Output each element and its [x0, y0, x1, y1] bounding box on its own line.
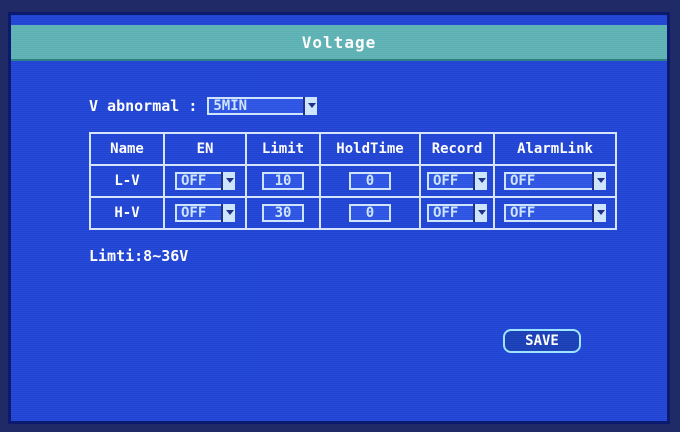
window-title: Voltage: [11, 25, 667, 61]
alarmlink-cell: OFF: [493, 164, 617, 198]
column-header-name: Name: [89, 132, 165, 166]
column-header-limit: Limit: [245, 132, 321, 166]
table-row: H-V OFF 30 0 OFF OFF: [89, 196, 617, 230]
chevron-down-icon: [221, 204, 235, 222]
alarmlink-select[interactable]: OFF: [504, 204, 606, 222]
record-value: OFF: [433, 205, 459, 221]
voltage-panel: Voltage V abnormal : 5MIN Name EN Limit …: [8, 12, 670, 424]
limit-cell: 30: [245, 196, 321, 230]
v-abnormal-row: V abnormal : 5MIN: [89, 97, 318, 115]
v-abnormal-select[interactable]: 5MIN: [207, 97, 318, 115]
alarmlink-cell: OFF: [493, 196, 617, 230]
limit-value: 30: [274, 205, 292, 221]
limit-cell: 10: [245, 164, 321, 198]
v-abnormal-label: V abnormal :: [89, 97, 198, 115]
limit-input[interactable]: 30: [262, 204, 304, 222]
holdtime-cell: 0: [319, 196, 421, 230]
column-header-en: EN: [163, 132, 247, 166]
holdtime-value: 0: [365, 205, 375, 221]
record-cell: OFF: [419, 196, 495, 230]
record-select[interactable]: OFF: [427, 172, 487, 190]
row-name-cell: L-V: [89, 164, 165, 198]
en-select[interactable]: OFF: [175, 172, 235, 190]
holdtime-input[interactable]: 0: [349, 172, 391, 190]
app-frame: Voltage V abnormal : 5MIN Name EN Limit …: [0, 0, 680, 432]
alarmlink-value: OFF: [510, 173, 536, 189]
en-value: OFF: [181, 205, 207, 221]
chevron-down-icon: [592, 204, 606, 222]
holdtime-value: 0: [365, 173, 375, 189]
table-row: L-V OFF 10 0 OFF OFF: [89, 164, 617, 198]
alarmlink-value: OFF: [510, 205, 536, 221]
voltage-table: Name EN Limit HoldTime Record AlarmLink …: [89, 132, 617, 230]
column-header-alarmlink: AlarmLink: [493, 132, 617, 166]
save-button[interactable]: SAVE: [503, 329, 581, 353]
alarmlink-select[interactable]: OFF: [504, 172, 606, 190]
en-cell: OFF: [163, 164, 247, 198]
column-header-holdtime: HoldTime: [319, 132, 421, 166]
en-cell: OFF: [163, 196, 247, 230]
chevron-down-icon: [221, 172, 235, 190]
row-name: H-V: [114, 205, 140, 221]
record-cell: OFF: [419, 164, 495, 198]
v-abnormal-value: 5MIN: [213, 98, 248, 114]
holdtime-input[interactable]: 0: [349, 204, 391, 222]
chevron-down-icon: [473, 204, 487, 222]
record-select[interactable]: OFF: [427, 204, 487, 222]
voltage-limits-text: Limti:8~36V: [89, 247, 189, 265]
limit-input[interactable]: 10: [262, 172, 304, 190]
record-value: OFF: [433, 173, 459, 189]
chevron-down-icon: [592, 172, 606, 190]
en-select[interactable]: OFF: [175, 204, 235, 222]
row-name: L-V: [114, 173, 140, 189]
limit-value: 10: [274, 173, 292, 189]
table-header-row: Name EN Limit HoldTime Record AlarmLink: [89, 132, 617, 166]
row-name-cell: H-V: [89, 196, 165, 230]
column-header-record: Record: [419, 132, 495, 166]
en-value: OFF: [181, 173, 207, 189]
chevron-down-icon: [473, 172, 487, 190]
chevron-down-icon: [303, 97, 318, 115]
holdtime-cell: 0: [319, 164, 421, 198]
